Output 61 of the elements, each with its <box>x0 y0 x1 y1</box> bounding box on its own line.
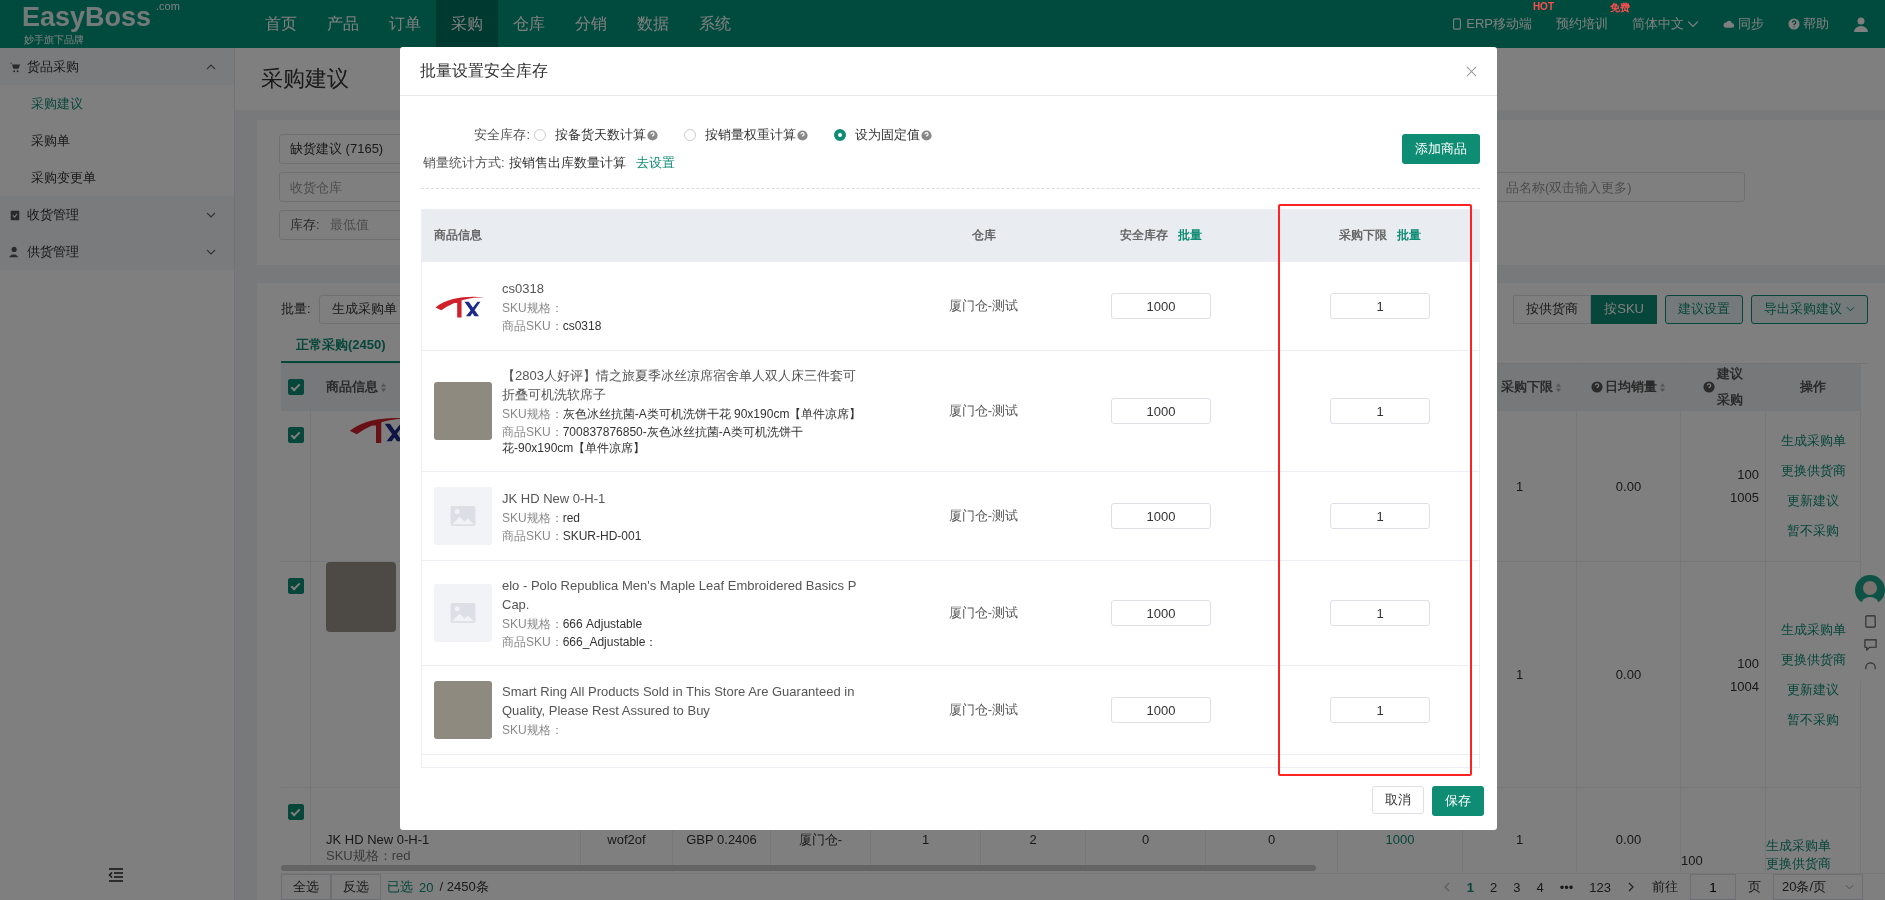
batch-label: 批量: <box>281 300 311 318</box>
warehouse-name: 厦门仓-测试 <box>948 402 1019 420</box>
dialog-title: 批量设置安全库存 <box>420 60 548 81</box>
safety-stock-label: 安全库存: <box>473 126 530 144</box>
promo-label: 免费 <box>1610 1 1630 15</box>
table-cell: 1 <box>921 832 930 847</box>
warehouse-name: 厦门仓-测试 <box>948 297 1019 315</box>
product-name: elo - Polo Republica Men's Maple Leaf Embroidered Basics P Cap. <box>502 577 858 614</box>
product-name: JK HD New 0-H-1 <box>502 489 607 508</box>
product-spec: SKU规格：red <box>326 848 412 863</box>
table-cell: 1 <box>1515 832 1524 847</box>
warehouse-name: 厦门仓-测试 <box>948 701 1019 719</box>
product-name: Smart Ring All Products Sold in This Store Are Guaranteed in Quality, Please Rest Assured to Buy <box>502 683 856 720</box>
table-cell: GBP 0.2406 <box>686 832 757 847</box>
table-cell: 100 <box>1737 467 1759 482</box>
sales-method-label: 销量统计方式: <box>423 154 505 172</box>
table-cell: 1 <box>1515 478 1524 494</box>
logo-wordmark: EasyBoss <box>22 2 152 33</box>
product-name: cs0318 <box>502 279 545 298</box>
product-sku: 商品SKU：700837876850-灰色冰丝抗菌-A类可机洗饼干花-90x190cm【单件凉席】 <box>502 424 804 456</box>
table-cell: 2 <box>1029 832 1037 847</box>
table-cell: 0 <box>1141 832 1150 847</box>
sku-spec: SKU规格： <box>502 722 564 738</box>
promo-label: HOT <box>1532 1 1554 12</box>
column-header: 商品信息 <box>434 227 482 244</box>
table-cell: 0.00 <box>1615 667 1642 682</box>
product-name: JK HD New 0-H-1 <box>326 832 430 847</box>
table-cell: 100 <box>1737 655 1759 671</box>
product-sku: 商品SKU：SKUR-HD-001 <box>502 527 643 544</box>
product-sku: 商品SKU：666_Adjustable： <box>502 634 659 650</box>
warehouse-name: 厦门仓-测试 <box>948 507 1019 525</box>
table-cell: 0.00 <box>1615 832 1642 847</box>
table-cell: 1005 <box>1730 490 1759 505</box>
product-name: 【2803人好评】情之旅夏季冰丝凉席宿舍单人双人床三件套可折叠可机洗软席子 <box>502 367 857 404</box>
sku-spec: SKU规格：666 Adjustable <box>502 616 644 632</box>
column-header: 操作 <box>1800 378 1826 396</box>
column-header: 采购下限 <box>1339 227 1387 244</box>
warehouse-name: 厦门仓-测试 <box>948 604 1019 622</box>
table-cell: wof2of <box>607 832 646 847</box>
table-cell: 1004 <box>1730 678 1759 694</box>
selection-label: 已选 <box>387 878 413 896</box>
product-sku: 商品SKU：cs0318 <box>502 317 603 334</box>
column-header: 安全库存 <box>1120 227 1168 244</box>
goto-label: 前往 <box>1652 878 1678 896</box>
table-cell: 厦门仓- <box>798 832 843 847</box>
sales-method-value: 按销售出库数量计算 <box>508 154 626 172</box>
sku-spec: SKU规格：灰色冰丝抗菌-A类可机洗饼干花 90x190cm【单件凉席】 <box>502 406 862 422</box>
page-title: 采购建议 <box>261 65 349 93</box>
table-cell: 0 <box>1267 832 1276 847</box>
column-header: 建议 采购 <box>1717 365 1743 409</box>
selection-count: 20 <box>419 879 434 895</box>
selection-total: / 2450条 <box>439 878 489 896</box>
sku-spec: SKU规格： <box>502 299 564 316</box>
table-cell: 100 <box>1681 852 1703 868</box>
table-cell: 1 <box>1515 667 1524 682</box>
page-label: 页 <box>1748 878 1761 896</box>
logo-domain: .com <box>156 0 180 12</box>
sku-spec: SKU规格：red <box>502 509 582 526</box>
table-cell: 0.00 <box>1615 478 1642 494</box>
column-header: 仓库 <box>971 227 996 244</box>
logo-tagline: 妙手旗下品牌 <box>24 33 84 47</box>
